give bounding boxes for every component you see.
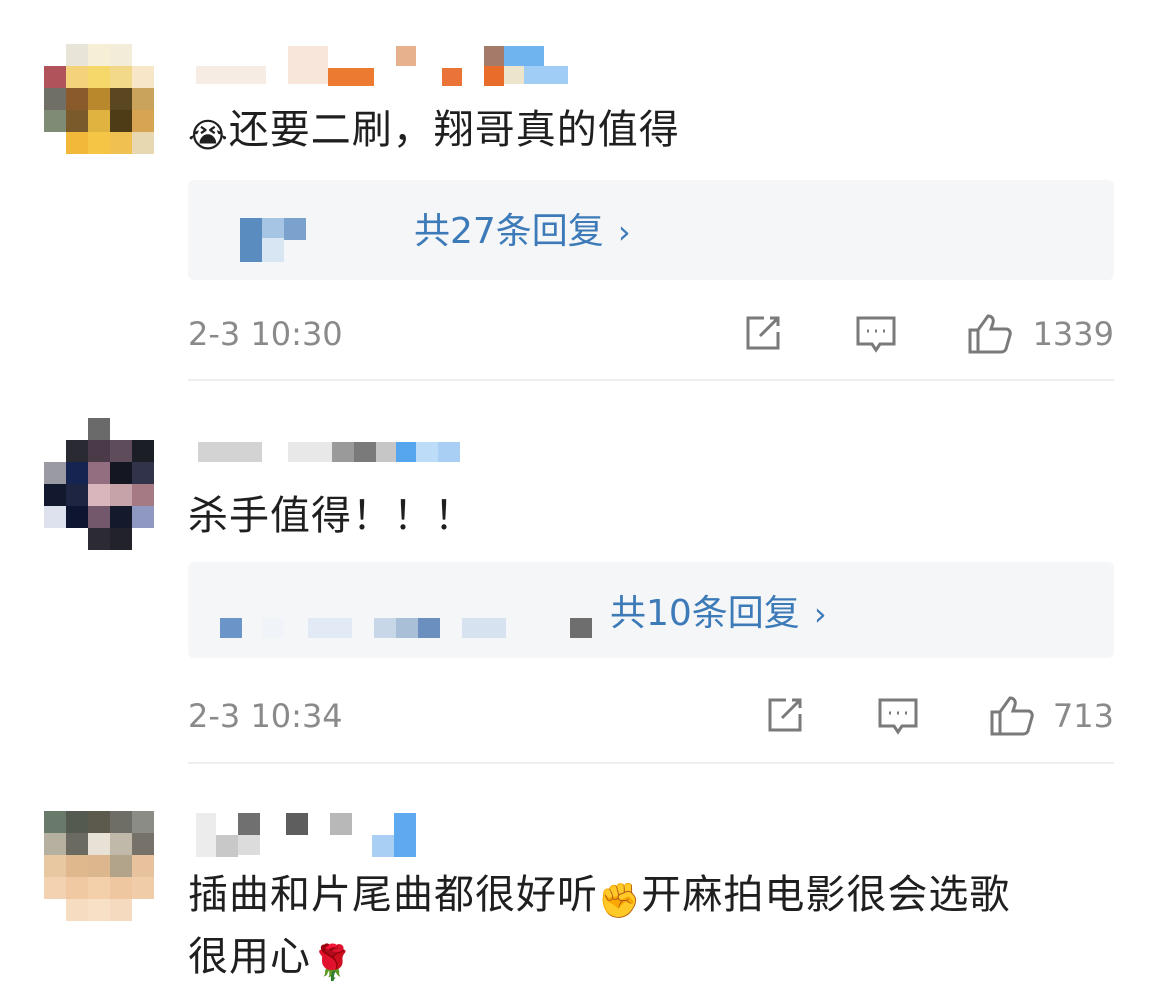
share-out-icon[interactable] xyxy=(740,312,784,356)
like-count: 713 xyxy=(1052,697,1114,735)
comment-text: 插曲和片尾曲都很好听✊开麻拍电影很会选歌 xyxy=(188,867,1010,929)
username-blurred[interactable] xyxy=(196,46,576,86)
username-blurred[interactable] xyxy=(196,442,476,478)
divider xyxy=(188,762,1114,764)
comment-time: 2-3 10:30 xyxy=(188,315,343,353)
view-replies-link[interactable]: 共10条回复 › xyxy=(610,588,827,640)
chevron-right-icon: › xyxy=(617,213,631,251)
rose-icon: 🌹 xyxy=(311,943,355,983)
comment-meta-row: 2-3 10:30 1339 xyxy=(188,308,1114,360)
comment-text-line2: 很用心🌹 xyxy=(188,929,354,991)
comment-icon[interactable] xyxy=(854,312,898,356)
view-replies-label: 共27条回复 xyxy=(414,211,604,252)
avatar[interactable] xyxy=(44,811,154,921)
like-count: 1339 xyxy=(1032,315,1114,353)
avatar[interactable] xyxy=(44,418,154,550)
comment-text-part: 插曲和片尾曲都很好听 xyxy=(188,872,598,918)
comment-text-part: 开麻拍电影很会选歌 xyxy=(641,872,1011,918)
reply-preview-box[interactable]: 共27条回复 › xyxy=(188,180,1114,280)
comment-item: 杀手值得！！！ 共10条回复 › 2-3 10:34 713 xyxy=(0,382,1152,764)
fist-icon: ✊ xyxy=(598,881,642,921)
comment-item: 插曲和片尾曲都很好听✊开麻拍电影很会选歌 很用心🌹 xyxy=(0,765,1152,1003)
comment-time: 2-3 10:34 xyxy=(188,697,343,735)
view-replies-link[interactable]: 共27条回复 › xyxy=(414,206,631,258)
comment-text-body: 还要二刷，翔哥真的值得 xyxy=(228,107,680,153)
crying-face-icon: 😭 xyxy=(188,116,229,156)
chevron-right-icon: › xyxy=(813,595,827,633)
thumbs-up-icon[interactable] xyxy=(988,694,1036,738)
share-out-icon[interactable] xyxy=(762,694,806,738)
comment-text: 杀手值得！！！ xyxy=(188,493,475,539)
comment-item: 😭还要二刷，翔哥真的值得 共27条回复 › 2-3 10:30 1339 xyxy=(0,0,1152,381)
comment-icon[interactable] xyxy=(876,694,920,738)
comment-text: 😭还要二刷，翔哥真的值得 xyxy=(188,102,680,164)
view-replies-label: 共10条回复 xyxy=(610,593,800,634)
reply-preview-box[interactable]: 共10条回复 › xyxy=(188,562,1114,658)
avatar[interactable] xyxy=(44,44,154,154)
divider xyxy=(188,379,1114,381)
username-blurred[interactable] xyxy=(196,813,426,857)
thumbs-up-icon[interactable] xyxy=(966,312,1014,356)
comment-meta-row: 2-3 10:34 713 xyxy=(188,690,1114,742)
comment-text-part: 很用心 xyxy=(188,934,311,980)
